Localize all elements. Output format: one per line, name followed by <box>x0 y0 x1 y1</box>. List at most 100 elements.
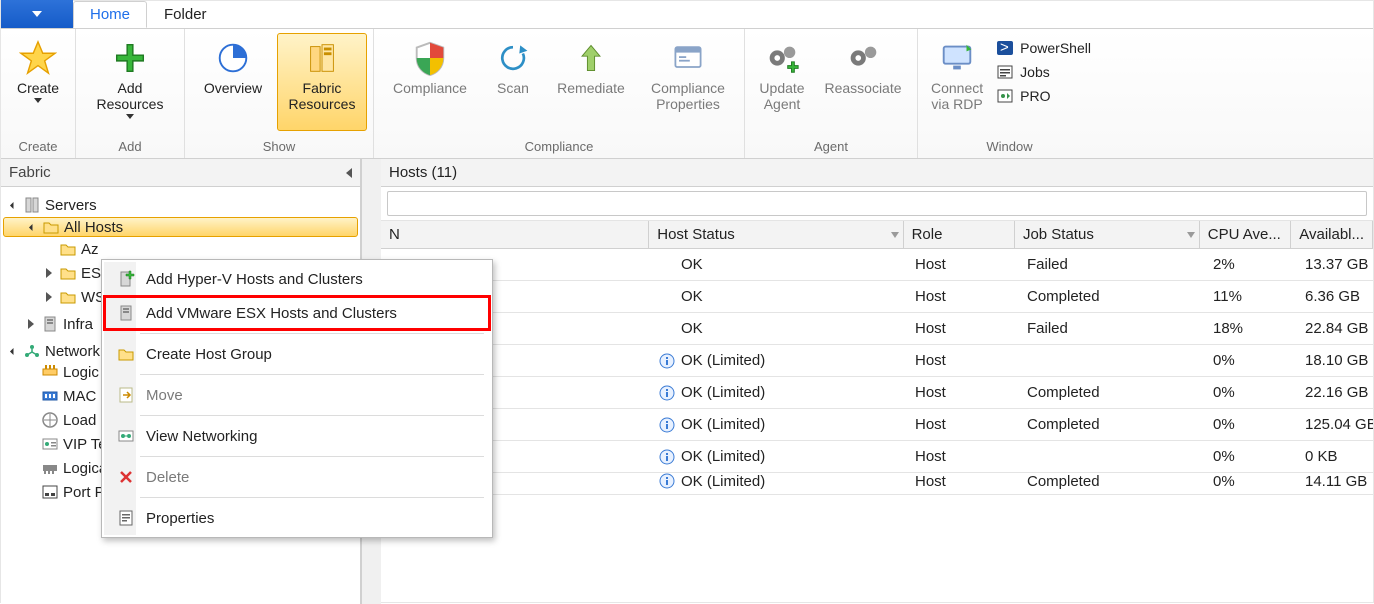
powershell-button[interactable]: PowerShell <box>996 39 1091 57</box>
cell-host-status: OK (Limited) <box>651 384 907 401</box>
ctx-label: Move <box>140 387 183 404</box>
compliance-properties-button[interactable]: Compliance Properties <box>638 33 738 131</box>
table-row[interactable]: OKHostFailed18%22.84 GB <box>381 313 1373 345</box>
reassociate-button[interactable]: Reassociate <box>815 33 911 131</box>
compliance-button[interactable]: Compliance <box>380 33 480 131</box>
tree-node-all-hosts[interactable]: All Hosts <box>3 217 358 237</box>
collapse-sidebar-button[interactable] <box>346 168 352 178</box>
remediate-button[interactable]: Remediate <box>546 33 636 131</box>
cell-role: Host <box>907 473 1019 490</box>
tree-node-az[interactable]: Az <box>3 240 358 258</box>
cell-host-status: OK (Limited) <box>651 448 907 465</box>
table-row[interactable]: OK (Limited)HostCompleted0%14.11 GB <box>381 473 1373 495</box>
cell-role: Host <box>907 288 1019 305</box>
folder-icon <box>59 288 77 306</box>
tab-folder[interactable]: Folder <box>147 1 224 28</box>
cell-cpu: 0% <box>1205 448 1297 465</box>
network-icon <box>23 342 41 360</box>
tab-home[interactable]: Home <box>73 1 147 28</box>
expand-toggle[interactable] <box>25 318 37 330</box>
mac-icon <box>41 387 59 405</box>
ctx-add-vmware-esx[interactable]: Add VMware ESX Hosts and Clusters <box>104 296 490 330</box>
cell-job-status: Completed <box>1019 384 1205 401</box>
cell-job-status: Completed <box>1019 288 1205 305</box>
vip-icon <box>41 435 59 453</box>
file-menu[interactable] <box>1 0 73 28</box>
table-row[interactable]: OKHostFailed2%13.37 GB <box>381 249 1373 281</box>
table-row[interactable]: OK (Limited)HostCompleted0%125.04 GB <box>381 409 1373 441</box>
ctx-label: Create Host Group <box>140 346 272 363</box>
tree-label: Infra <box>63 316 93 333</box>
col-role-header[interactable]: Role <box>904 221 1015 248</box>
network-view-icon <box>112 427 140 445</box>
cell-job-status: Completed <box>1019 416 1205 433</box>
table-row[interactable]: OKHostCompleted11%6.36 GB <box>381 281 1373 313</box>
servers-icon <box>302 38 342 78</box>
cell-memory: 22.16 GB <box>1297 384 1373 401</box>
cell-role: Host <box>907 256 1019 273</box>
update-agent-label: Update Agent <box>759 80 804 112</box>
grid-filter-input[interactable] <box>387 191 1367 216</box>
update-agent-button[interactable]: Update Agent <box>751 33 813 131</box>
shield-icon <box>410 38 450 78</box>
cell-memory: 22.84 GB <box>1297 320 1373 337</box>
fabric-resources-button[interactable]: Fabric Resources <box>277 33 367 131</box>
content: Hosts (11) N Host Status Role Job Status… <box>381 159 1373 604</box>
group-label-show: Show <box>191 137 367 158</box>
ctx-create-host-group[interactable]: Create Host Group <box>104 337 490 371</box>
pie-icon <box>213 38 253 78</box>
col-cpu-header[interactable]: CPU Ave... <box>1200 221 1291 248</box>
tree-label: Az <box>81 241 99 258</box>
ribbon: Create Create Add Resources Add Overview… <box>1 29 1373 159</box>
gears-plus-icon <box>762 38 802 78</box>
expand-toggle[interactable] <box>43 267 55 279</box>
tree-label: Servers <box>45 197 97 214</box>
plus-icon <box>110 38 150 78</box>
cell-memory: 14.11 GB <box>1297 473 1373 490</box>
group-label-agent: Agent <box>751 137 911 158</box>
cell-cpu: 0% <box>1205 352 1297 369</box>
jobs-button[interactable]: Jobs <box>996 63 1091 81</box>
server-icon <box>112 304 140 322</box>
tree-label: All Hosts <box>64 219 123 236</box>
ctx-properties[interactable]: Properties <box>104 501 490 535</box>
move-icon <box>112 386 140 404</box>
overview-button[interactable]: Overview <box>191 33 275 131</box>
powershell-icon <box>996 39 1014 57</box>
scan-button[interactable]: Scan <box>482 33 544 131</box>
ctx-delete[interactable]: Delete <box>104 460 490 494</box>
table-row[interactable]: OK (Limited)HostCompleted0%22.16 GB <box>381 377 1373 409</box>
col-memory-header[interactable]: Availabl... <box>1291 221 1373 248</box>
expand-toggle[interactable] <box>7 199 19 211</box>
serverrack-icon <box>23 196 41 214</box>
expand-toggle[interactable] <box>43 291 55 303</box>
context-menu: Add Hyper-V Hosts and Clusters Add VMwar… <box>101 259 493 538</box>
jobs-icon <box>996 63 1014 81</box>
col-name-header[interactable]: N <box>381 221 649 248</box>
cell-cpu: 0% <box>1205 473 1297 490</box>
col-jobstatus-header[interactable]: Job Status <box>1015 221 1200 248</box>
create-button[interactable]: Create <box>7 33 69 131</box>
server-plus-icon <box>112 270 140 288</box>
expand-toggle[interactable] <box>26 221 38 233</box>
table-row[interactable]: OK (Limited)Host0%18.10 GB <box>381 345 1373 377</box>
ctx-view-networking[interactable]: View Networking <box>104 419 490 453</box>
table-row[interactable]: OK (Limited)Host0%0 KB <box>381 441 1373 473</box>
cell-cpu: 11% <box>1205 288 1297 305</box>
cell-host-status: OK (Limited) <box>651 473 907 490</box>
delete-icon <box>112 468 140 486</box>
connect-rdp-button[interactable]: Connect via RDP <box>924 33 990 131</box>
ctx-move[interactable]: Move <box>104 378 490 412</box>
cell-memory: 13.37 GB <box>1297 256 1373 273</box>
window-icon <box>668 38 708 78</box>
add-resources-button[interactable]: Add Resources <box>82 33 178 131</box>
info-icon <box>659 353 675 369</box>
tree-node-servers[interactable]: Servers <box>3 196 358 214</box>
pro-button[interactable]: PRO <box>996 87 1091 105</box>
tree-label: Logic <box>63 364 99 381</box>
filter-icon[interactable] <box>891 232 899 238</box>
filter-icon[interactable] <box>1187 232 1195 238</box>
expand-toggle[interactable] <box>7 345 19 357</box>
ctx-add-hyperv[interactable]: Add Hyper-V Hosts and Clusters <box>104 262 490 296</box>
col-hoststatus-header[interactable]: Host Status <box>649 221 903 248</box>
